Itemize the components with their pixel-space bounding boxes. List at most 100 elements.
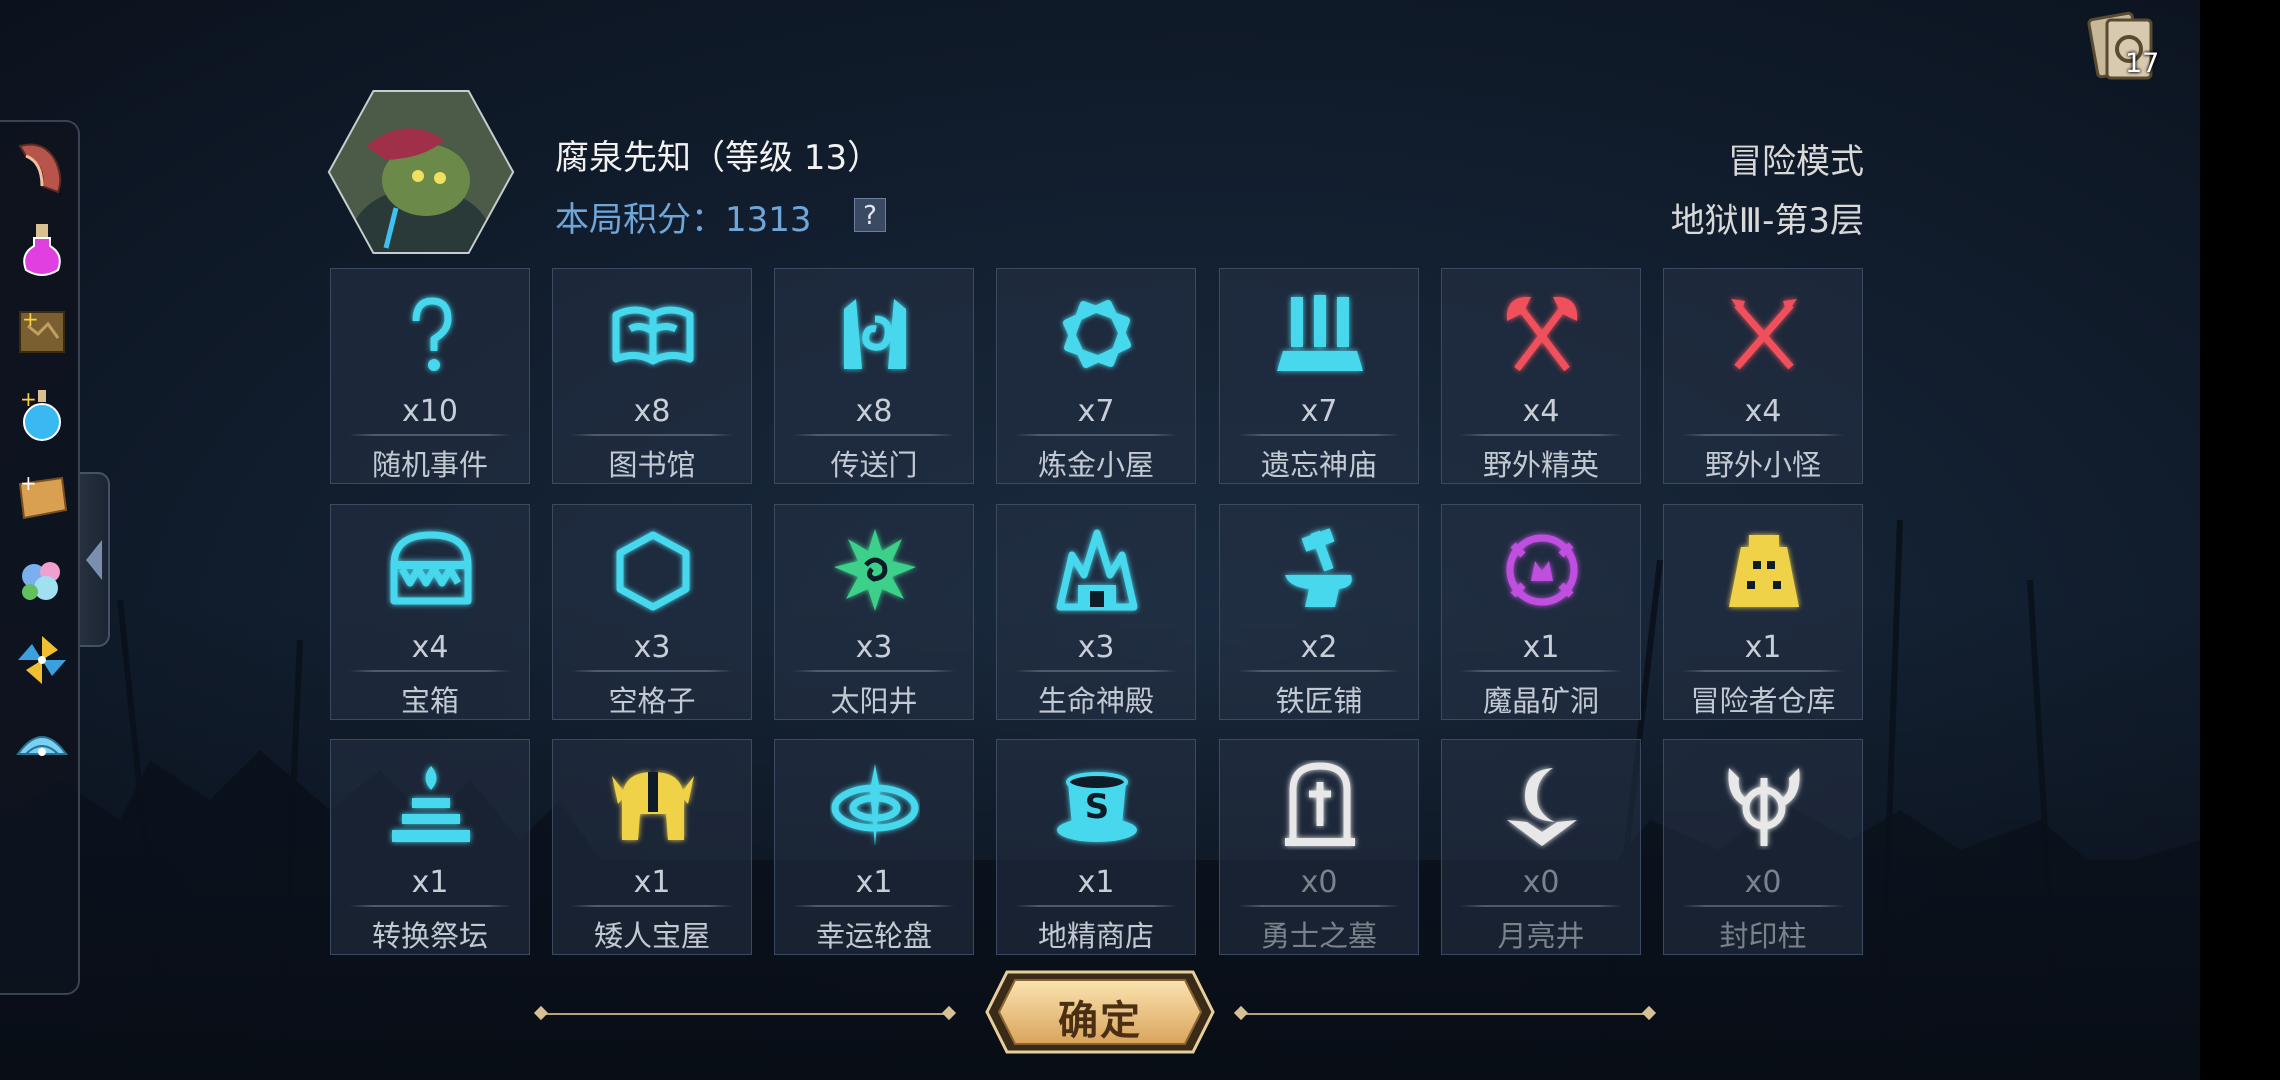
map-tile[interactable]: Sx1 地精商店 — [996, 739, 1196, 955]
tile-count: x1 — [855, 865, 893, 900]
map-tile[interactable]: x0 封印柱 — [1663, 739, 1863, 955]
tile-divider — [793, 434, 955, 436]
tile-count: x1 — [1522, 630, 1560, 665]
tile-label: 野外小怪 — [1704, 448, 1821, 482]
altar-icon — [386, 760, 476, 850]
map-tile[interactable]: x10 随机事件 — [330, 268, 530, 484]
magic-potion-icon[interactable] — [12, 220, 72, 280]
spellbook-scroll-icon[interactable] — [12, 136, 72, 196]
seal-pillar-icon — [1719, 760, 1809, 850]
hero-avatar[interactable] — [326, 88, 516, 256]
tile-label: 幸运轮盘 — [815, 919, 932, 953]
life-shrine-icon — [1052, 525, 1142, 615]
tombstone-icon — [1275, 760, 1365, 850]
add-flask-icon[interactable]: + — [12, 384, 72, 444]
map-tile[interactable]: x3 太阳井 — [774, 504, 974, 720]
game-mode: 冒险模式 — [1728, 142, 1864, 182]
map-tile[interactable]: x7 炼金小屋 — [996, 268, 1196, 484]
pinwheel-icon[interactable] — [12, 630, 72, 690]
warehouse-tower-icon — [1719, 525, 1809, 615]
tile-count: x8 — [633, 394, 671, 429]
tile-divider — [1682, 905, 1844, 907]
map-tile[interactable]: x3 生命神殿 — [996, 504, 1196, 720]
map-tile[interactable]: x0 月亮井 — [1441, 739, 1641, 955]
tile-count: x1 — [411, 865, 449, 900]
flower-bouquet-icon[interactable] — [12, 548, 72, 608]
tile-label: 图书馆 — [608, 448, 696, 482]
tile-label: 铁匠铺 — [1275, 684, 1363, 718]
open-book-icon — [608, 289, 698, 379]
difficulty-floor: 地狱Ⅲ-第3层 — [1670, 201, 1864, 241]
decor-diamond — [1233, 1005, 1249, 1021]
map-tile[interactable]: x8 图书馆 — [552, 268, 752, 484]
add-map-icon[interactable]: + — [12, 302, 72, 362]
tile-divider — [1460, 434, 1622, 436]
crossed-axes-icon — [1497, 289, 1587, 379]
tile-divider — [1015, 434, 1177, 436]
map-tile[interactable]: x7 遗忘神庙 — [1219, 268, 1419, 484]
tile-label: 太阳井 — [830, 684, 918, 718]
lucky-wheel-icon — [830, 760, 920, 850]
map-tile[interactable]: x1 冒险者仓库 — [1663, 504, 1863, 720]
tile-divider — [1460, 905, 1622, 907]
map-tile[interactable]: x3 空格子 — [552, 504, 752, 720]
tile-label: 转换祭坛 — [371, 919, 488, 953]
anvil-hammer-icon — [1275, 525, 1365, 615]
tile-label: 封印柱 — [1719, 919, 1807, 953]
temple-icon — [1275, 289, 1365, 379]
chevron-left-icon — [86, 540, 102, 580]
score-help-button[interactable]: ? — [854, 198, 886, 232]
tile-count: x0 — [1522, 865, 1560, 900]
tile-divider — [571, 905, 733, 907]
tile-count: x2 — [1300, 630, 1338, 665]
svg-text:S: S — [1085, 787, 1110, 827]
item-sidebar: + + + — [0, 120, 80, 995]
tile-divider — [1460, 670, 1622, 672]
tile-count: x3 — [633, 630, 671, 665]
decor-diamond — [941, 1005, 957, 1021]
confirm-button[interactable]: 确定 — [985, 970, 1215, 1054]
decor-line-left — [540, 1013, 950, 1015]
map-tile[interactable]: x2 铁匠铺 — [1219, 504, 1419, 720]
tile-label: 地精商店 — [1037, 919, 1154, 953]
tile-divider — [349, 905, 511, 907]
map-tile[interactable]: x4 宝箱 — [330, 504, 530, 720]
tile-count: x1 — [1744, 630, 1782, 665]
tile-count: x4 — [1522, 394, 1560, 429]
tile-label: 冒险者仓库 — [1690, 684, 1836, 718]
map-tile[interactable]: x4 野外精英 — [1441, 268, 1641, 484]
tile-label: 月亮井 — [1497, 919, 1585, 953]
tile-count: x0 — [1300, 865, 1338, 900]
moon-well-icon — [1497, 760, 1587, 850]
seashell-icon[interactable] — [12, 714, 72, 774]
tile-divider — [349, 434, 511, 436]
map-tile[interactable]: x4 野外小怪 — [1663, 268, 1863, 484]
tile-count: x1 — [633, 865, 671, 900]
tile-count: x8 — [855, 394, 893, 429]
portal-gate-icon — [830, 289, 920, 379]
svg-text:+: + — [22, 307, 39, 331]
tile-count: x10 — [402, 394, 458, 429]
tile-count: x3 — [1077, 630, 1115, 665]
map-tile[interactable]: x8 传送门 — [774, 268, 974, 484]
map-tile[interactable]: x1 魔晶矿洞 — [1441, 504, 1641, 720]
tile-divider — [1682, 670, 1844, 672]
run-score: 本局积分：1313 — [555, 200, 812, 240]
tile-label: 传送门 — [830, 448, 918, 482]
tile-divider — [1238, 434, 1400, 436]
map-tile[interactable]: x1 转换祭坛 — [330, 739, 530, 955]
tile-divider — [1015, 670, 1177, 672]
add-scroll-icon[interactable]: + — [12, 466, 72, 526]
map-tile[interactable]: x0 勇士之墓 — [1219, 739, 1419, 955]
goblin-shop-icon: S — [1052, 760, 1142, 850]
tile-label: 魔晶矿洞 — [1482, 684, 1599, 718]
map-content-grid: x10 随机事件 x8 图书馆 x8 传送门 x7 炼金小屋 x7 遗忘神庙 x4 野外精英… — [330, 268, 1864, 956]
map-tile[interactable]: x1 幸运轮盘 — [774, 739, 974, 955]
map-tile[interactable]: x1 矮人宝屋 — [552, 739, 752, 955]
tile-label: 勇士之墓 — [1260, 919, 1377, 953]
tile-label: 宝箱 — [400, 684, 459, 718]
tile-label: 生命神殿 — [1037, 684, 1154, 718]
sidebar-collapse-tab[interactable] — [80, 472, 110, 647]
mimic-chest-icon — [386, 525, 476, 615]
tile-count: x3 — [855, 630, 893, 665]
